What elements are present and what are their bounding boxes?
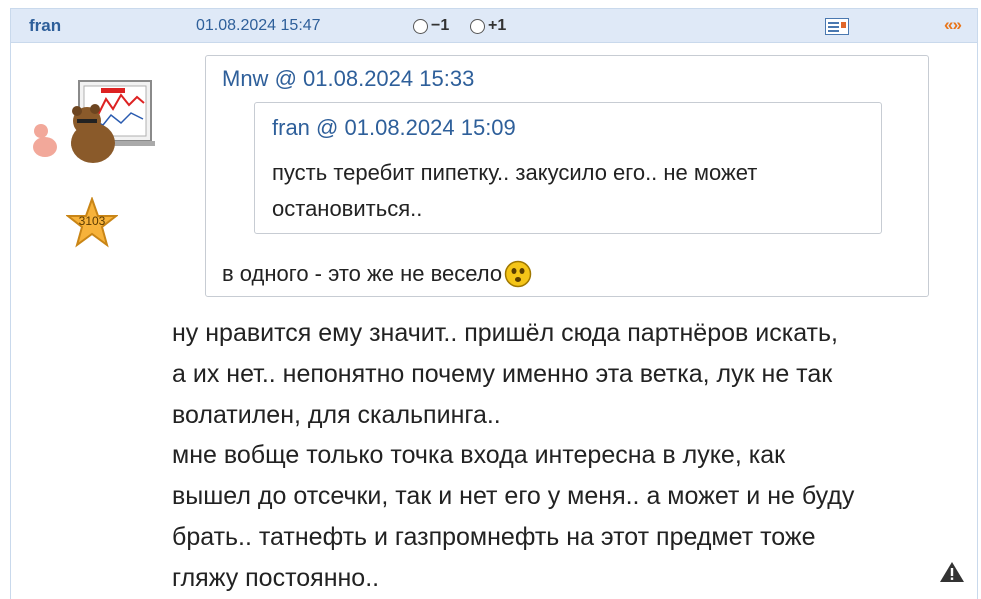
quote-inner-at: @ <box>316 115 345 140</box>
post-body-line: ну нравится ему значит.. пришёл сюда пар… <box>172 319 838 347</box>
rating-count: 3103 <box>78 214 106 228</box>
post-body-line: а их нет.. непонятно почему именно эта в… <box>172 359 833 388</box>
quote-inner-author[interactable]: fran <box>272 115 310 140</box>
post-body-line: волатилен, для скальпинга.. <box>172 400 501 429</box>
quote-link[interactable]: «» <box>944 15 962 35</box>
quote-block-outer: Mnw @ 01.08.2024 15:33 fran @ 01.08.2024… <box>205 55 929 297</box>
quote-inner-date[interactable]: 01.08.2024 15:09 <box>345 115 516 140</box>
vote-plus[interactable]: +1 <box>470 16 506 36</box>
post-body-line: вышел до отсечки, так и нет его у меня..… <box>172 482 855 511</box>
quote-inner-text: пусть теребит пипетку.. закусило его.. н… <box>272 160 758 221</box>
vote-minus[interactable]: −1 <box>413 16 449 36</box>
quote-block-inner: fran @ 01.08.2024 15:09 пусть теребит пи… <box>254 102 882 234</box>
post-body-line: брать.. татнефть и газпромнефть на этот … <box>172 522 816 551</box>
quote-outer-text-row: в одного - это же не весело <box>222 260 532 288</box>
message-icon[interactable] <box>825 18 849 35</box>
post-body: ну нравится ему значит.. пришёл сюда пар… <box>172 313 972 599</box>
post-body-line: гляжу постоянно.. <box>172 563 380 592</box>
quote-inner-header: fran @ 01.08.2024 15:09 <box>272 115 516 141</box>
author-link[interactable]: fran <box>29 16 61 36</box>
post-body-line: мне вобще только точка входа интересна в… <box>172 441 786 470</box>
warning-icon[interactable] <box>939 561 965 583</box>
post-header: fran 01.08.2024 15:47 −1 +1 «» <box>11 9 977 43</box>
smiley-icon <box>504 260 532 288</box>
post-container: fran 01.08.2024 15:47 −1 +1 «» 3103 Mnw … <box>10 8 978 599</box>
avatar[interactable] <box>31 77 155 165</box>
vote-minus-radio[interactable] <box>413 18 428 34</box>
quote-outer-at: @ <box>274 66 304 91</box>
quote-outer-author[interactable]: Mnw <box>222 66 268 91</box>
vote-plus-label: +1 <box>488 17 507 34</box>
vote-plus-radio[interactable] <box>470 18 485 34</box>
post-date[interactable]: 01.08.2024 15:47 <box>196 17 321 35</box>
quote-outer-header: Mnw @ 01.08.2024 15:33 <box>222 66 474 92</box>
quote-outer-text: в одного - это же не весело <box>222 261 503 286</box>
vote-minus-label: −1 <box>431 17 450 34</box>
quote-outer-date[interactable]: 01.08.2024 15:33 <box>303 66 474 91</box>
